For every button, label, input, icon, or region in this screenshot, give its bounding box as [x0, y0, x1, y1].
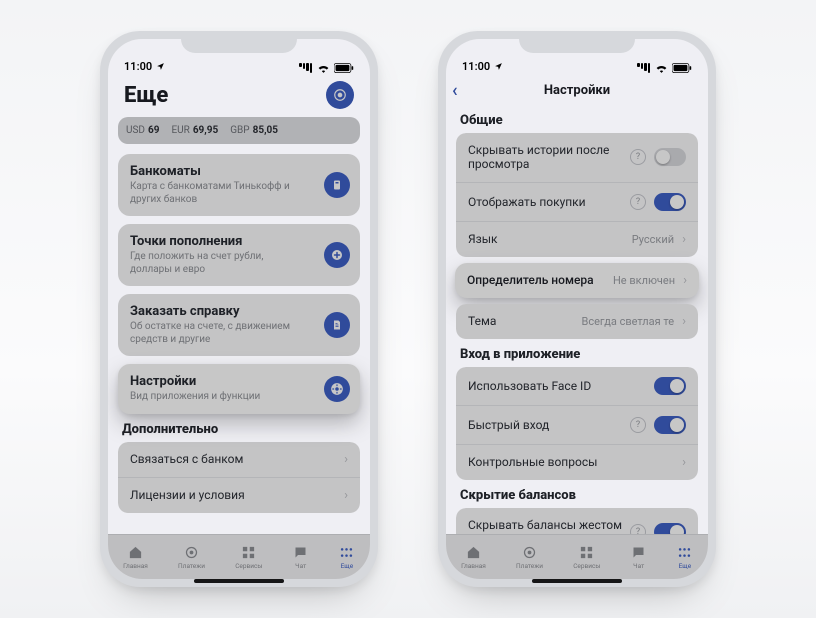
phone-right-settings-screen: 11:00 ‹ Настройки Общие: [438, 31, 716, 587]
toggle-faceid[interactable]: [654, 377, 686, 395]
card-topup-sub: Где положить на счет рубли, доллары и ев…: [130, 251, 305, 276]
toggle-quick-login[interactable]: [654, 416, 686, 434]
section-general: Общие: [460, 113, 694, 128]
page-header: Еще: [118, 75, 360, 117]
status-time: 11:00: [124, 60, 152, 73]
tab-bar: Главная Платежи Сервисы Чат Еще: [108, 534, 370, 579]
payments-icon: [522, 544, 538, 560]
row-language[interactable]: Язык Русский›: [456, 222, 698, 257]
more-icon: [339, 544, 355, 560]
home-icon: [127, 544, 143, 560]
gear-icon: [324, 376, 350, 402]
card-atm-sub: Карта с банкоматами Тинькофф и других ба…: [130, 181, 305, 206]
row-quick-login[interactable]: Быстрый вход ?: [456, 406, 698, 445]
services-icon: [579, 544, 595, 560]
row-terms[interactable]: Лицензии и условия ›: [118, 478, 360, 513]
card-topup-title: Точки пополнения: [130, 234, 348, 249]
section-balance: Скрытие балансов: [460, 488, 694, 503]
back-button[interactable]: ‹: [452, 80, 458, 101]
section-login: Вход в приложение: [460, 347, 694, 362]
tab-home[interactable]: Главная: [461, 544, 486, 570]
tab-services[interactable]: Сервисы: [573, 544, 600, 570]
row-security-questions[interactable]: Контрольные вопросы ›: [456, 445, 698, 480]
tab-chat[interactable]: Чат: [293, 544, 309, 570]
tab-services[interactable]: Сервисы: [235, 544, 262, 570]
row-contact-bank[interactable]: Связаться с банком ›: [118, 442, 360, 478]
currency-rates[interactable]: USD69 EUR69,95 GBP85,05: [118, 117, 360, 144]
row-theme[interactable]: Тема Всегда светлая те›: [456, 304, 698, 339]
signal-icon: [299, 63, 313, 73]
atm-icon: [324, 172, 350, 198]
chevron-right-icon: ›: [682, 455, 686, 470]
home-icon: [465, 544, 481, 560]
tab-more[interactable]: Еще: [677, 544, 693, 570]
card-statement-sub: Об остатке на счете, с движением средств…: [130, 321, 305, 346]
tab-home[interactable]: Главная: [123, 544, 148, 570]
row-faceid[interactable]: Использовать Face ID: [456, 367, 698, 406]
phone-left-more-screen: 11:00 Еще: [100, 31, 378, 587]
chevron-right-icon: ›: [344, 452, 348, 467]
nav-bar: ‹ Настройки: [446, 75, 708, 105]
row-caller-id[interactable]: Определитель номера Не включен›: [455, 263, 699, 298]
card-atm[interactable]: Банкоматы Карта с банкоматами Тинькофф и…: [118, 154, 360, 216]
device-notch: [181, 31, 297, 53]
chat-icon: [631, 544, 647, 560]
chevron-right-icon: ›: [344, 488, 348, 503]
row-show-purchases[interactable]: Отображать покупки ?: [456, 183, 698, 222]
card-statement-title: Заказать справку: [130, 304, 348, 319]
card-settings-sub: Вид приложения и функции: [130, 391, 305, 404]
tab-chat[interactable]: Чат: [631, 544, 647, 570]
rate-gbp: GBP85,05: [230, 125, 278, 136]
tab-payments[interactable]: Платежи: [516, 544, 543, 570]
help-icon[interactable]: ?: [630, 194, 646, 210]
document-icon: [324, 312, 350, 338]
rate-eur: EUR69,95: [171, 125, 218, 136]
card-settings[interactable]: Настройки Вид приложения и функции: [118, 364, 360, 414]
help-icon[interactable]: ?: [630, 149, 646, 165]
toggle-hide-balance[interactable]: [654, 523, 686, 534]
services-icon: [241, 544, 257, 560]
device-notch: [519, 31, 635, 53]
card-topup[interactable]: Точки пополнения Где положить на счет ру…: [118, 224, 360, 286]
row-hide-balance-flip[interactable]: Скрывать балансы жестом переворота ?: [456, 508, 698, 534]
rate-usd: USD69: [126, 125, 159, 136]
signal-icon: [637, 63, 651, 73]
home-indicator[interactable]: [194, 579, 284, 583]
card-statement[interactable]: Заказать справку Об остатке на счете, с …: [118, 294, 360, 356]
toggle-show-purchases[interactable]: [654, 193, 686, 211]
battery-icon: [334, 63, 354, 73]
location-icon: [494, 62, 503, 71]
location-icon: [156, 62, 165, 71]
chevron-right-icon: ›: [682, 314, 686, 329]
header-action-icon[interactable]: [326, 81, 354, 109]
more-icon: [677, 544, 693, 560]
card-settings-title: Настройки: [130, 374, 348, 389]
tab-payments[interactable]: Платежи: [178, 544, 205, 570]
home-indicator[interactable]: [532, 579, 622, 583]
section-additional: Дополнительно: [122, 422, 356, 437]
page-title: Еще: [124, 83, 168, 108]
help-icon[interactable]: ?: [630, 417, 646, 433]
help-icon[interactable]: ?: [630, 524, 646, 534]
status-time: 11:00: [462, 60, 490, 73]
payments-icon: [184, 544, 200, 560]
toggle-hide-stories[interactable]: [654, 148, 686, 166]
plus-icon: [324, 242, 350, 268]
tab-bar: Главная Платежи Сервисы Чат Еще: [446, 534, 708, 579]
chevron-right-icon: ›: [682, 232, 686, 247]
card-atm-title: Банкоматы: [130, 164, 348, 179]
chat-icon: [293, 544, 309, 560]
wifi-icon: [655, 63, 668, 73]
tab-more[interactable]: Еще: [339, 544, 355, 570]
wifi-icon: [317, 63, 330, 73]
battery-icon: [672, 63, 692, 73]
nav-title: Настройки: [544, 83, 610, 98]
chevron-right-icon: ›: [683, 273, 687, 288]
row-hide-stories[interactable]: Скрывать истории после просмотра ?: [456, 133, 698, 183]
